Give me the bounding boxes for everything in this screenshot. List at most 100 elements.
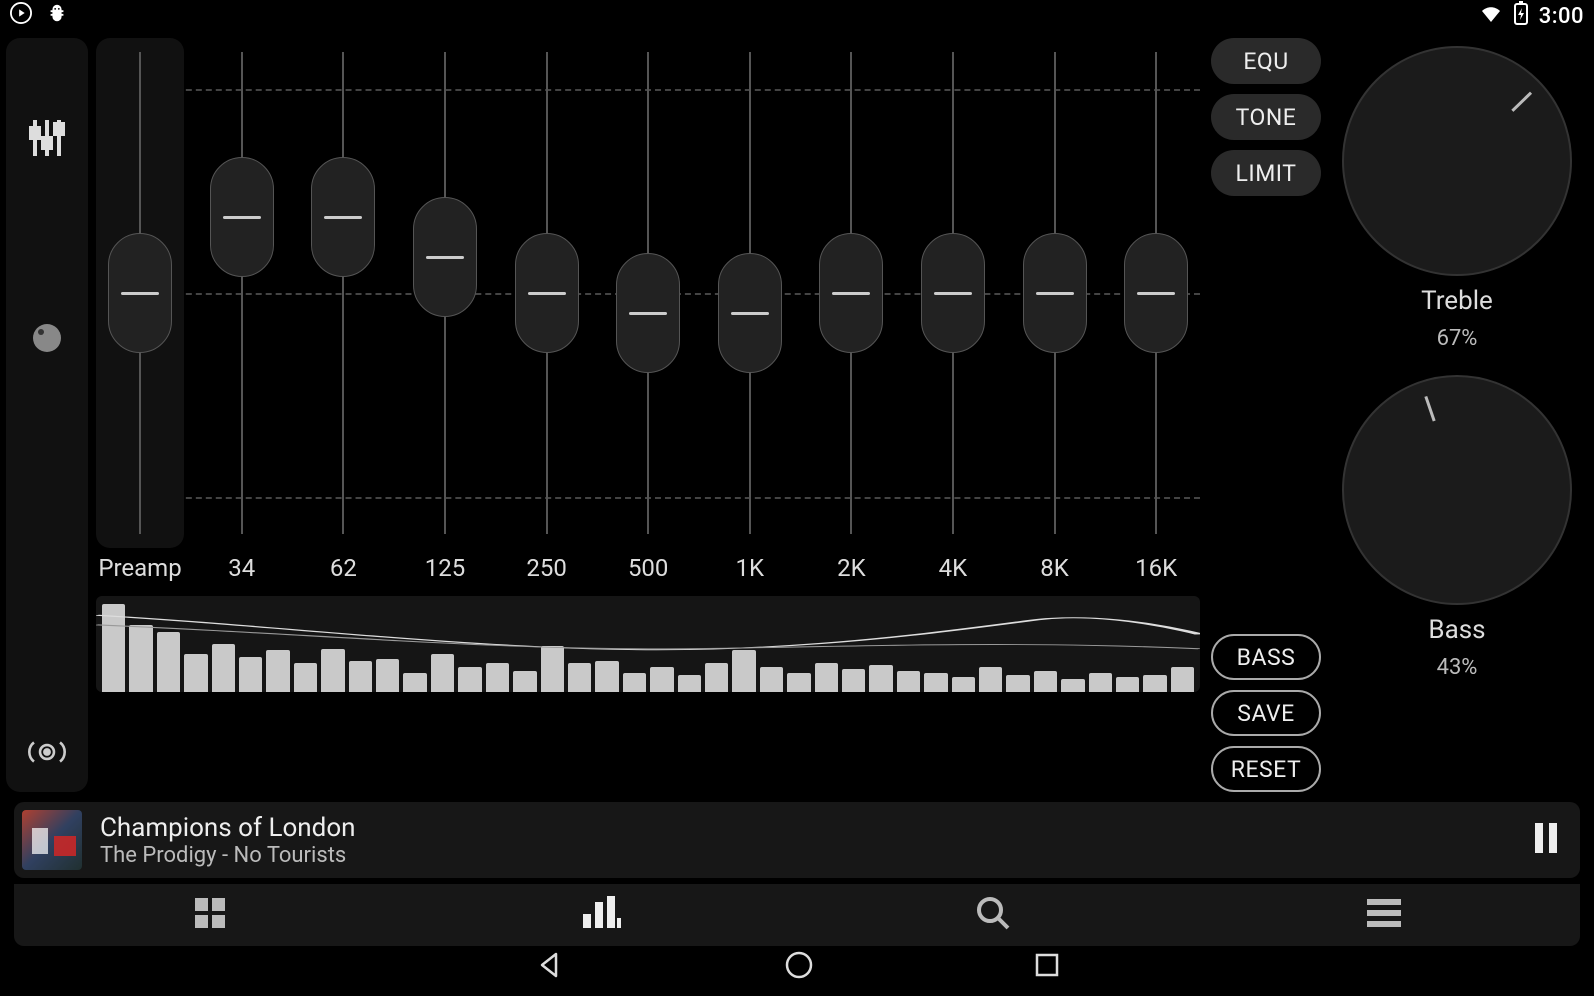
- track-subtitle: The Prodigy - No Tourists: [100, 843, 356, 868]
- eq-band-16K-thumb[interactable]: [1124, 233, 1188, 353]
- preamp-slider-thumb[interactable]: [108, 233, 172, 353]
- spectrum-bar: [952, 677, 975, 692]
- spectrum-bar: [595, 661, 618, 692]
- spectrum-bar: [705, 663, 728, 692]
- eq-band-4K-thumb[interactable]: [921, 233, 985, 353]
- eq-band-500-thumb[interactable]: [616, 253, 680, 373]
- bass-knob[interactable]: [1342, 375, 1572, 605]
- eq-band-8K[interactable]: [1011, 38, 1099, 548]
- save-button[interactable]: SAVE: [1211, 690, 1321, 736]
- eq-band-label-250: 250: [503, 554, 591, 588]
- spectrum-bar: [541, 646, 564, 692]
- surround-icon[interactable]: [27, 732, 67, 772]
- tone-knob-column: Treble 67% Bass 43%: [1332, 38, 1582, 792]
- eq-band-1K-thumb[interactable]: [718, 253, 782, 373]
- bars-icon: [581, 896, 621, 934]
- eq-band-62-thumb[interactable]: [311, 157, 375, 277]
- pause-button[interactable]: [1532, 821, 1560, 859]
- spectrum-bar: [349, 661, 372, 692]
- spectrum-bar: [568, 663, 591, 692]
- spectrum-bar: [650, 667, 673, 692]
- eq-band-label-1K: 1K: [706, 554, 794, 588]
- spectrum-bar: [1116, 677, 1139, 692]
- search-tab[interactable]: [797, 884, 1189, 946]
- bass-preset-button[interactable]: BASS: [1211, 634, 1321, 680]
- equalizer-panel: Preamp34621252505001K2K4K8K16K: [96, 38, 1200, 792]
- limit-toggle-button[interactable]: LIMIT: [1211, 150, 1321, 196]
- search-icon: [975, 895, 1011, 935]
- wifi-icon: [1479, 1, 1503, 31]
- spectrum-bar: [184, 654, 207, 692]
- eq-band-34[interactable]: [198, 38, 286, 548]
- android-debug-icon: [46, 2, 68, 30]
- bass-value: 43%: [1437, 655, 1478, 680]
- tone-toggle-button[interactable]: TONE: [1211, 94, 1321, 140]
- eq-band-label-62: 62: [300, 554, 388, 588]
- eq-band-label-2K: 2K: [808, 554, 896, 588]
- spectrum-bar: [787, 673, 810, 692]
- eq-sliders-row: [96, 38, 1200, 548]
- spectrum-bar: [1034, 671, 1057, 692]
- spectrum-bar: [212, 644, 235, 692]
- visualizer-tab[interactable]: [406, 884, 798, 946]
- volume-knob-icon[interactable]: [27, 318, 67, 358]
- spectrum-bar: [760, 667, 783, 692]
- preamp-label: Preamp: [96, 554, 184, 588]
- eq-band-label-500: 500: [604, 554, 692, 588]
- eq-band-125-thumb[interactable]: [413, 197, 477, 317]
- spectrum-bar: [1171, 667, 1194, 692]
- spectrum-bar: [129, 625, 152, 692]
- eq-band-250[interactable]: [503, 38, 591, 548]
- eq-band-8K-thumb[interactable]: [1023, 233, 1087, 353]
- spectrum-bar: [239, 657, 262, 692]
- track-title: Champions of London: [100, 813, 356, 843]
- spectrum-bar: [979, 667, 1002, 692]
- eq-band-500[interactable]: [604, 38, 692, 548]
- equ-toggle-button[interactable]: EQU: [1211, 38, 1321, 84]
- menu-tab[interactable]: [1189, 884, 1581, 946]
- status-clock: 3:00: [1539, 4, 1584, 29]
- spectrum-bar: [1089, 673, 1112, 692]
- now-playing-strip[interactable]: Champions of London The Prodigy - No Tou…: [14, 802, 1580, 878]
- eq-band-2K[interactable]: [808, 38, 896, 548]
- treble-knob[interactable]: [1342, 46, 1572, 276]
- spectrum-bar: [431, 654, 454, 692]
- spectrum-bar: [513, 671, 536, 692]
- spectrum-bar: [897, 671, 920, 692]
- eq-band-125[interactable]: [401, 38, 489, 548]
- spectrum-bar: [842, 669, 865, 692]
- spectrum-bar: [924, 673, 947, 692]
- eq-band-34-thumb[interactable]: [210, 157, 274, 277]
- eq-band-label-34: 34: [198, 554, 286, 588]
- nav-home-button[interactable]: [784, 950, 814, 984]
- nav-recents-button[interactable]: [1034, 952, 1060, 982]
- play-indicator-icon: [10, 2, 32, 30]
- eq-band-1K[interactable]: [706, 38, 794, 548]
- eq-band-250-thumb[interactable]: [515, 233, 579, 353]
- preamp-slider[interactable]: [96, 38, 184, 548]
- album-art: [22, 810, 82, 870]
- spectrum-bar: [266, 650, 289, 692]
- spectrum-bar: [1143, 675, 1166, 692]
- spectrum-bar: [869, 665, 892, 692]
- spectrum-bar: [321, 649, 344, 692]
- eq-band-2K-thumb[interactable]: [819, 233, 883, 353]
- treble-label: Treble: [1421, 286, 1493, 316]
- spectrum-bar: [732, 650, 755, 692]
- library-tab[interactable]: [14, 884, 406, 946]
- eq-band-4K[interactable]: [909, 38, 997, 548]
- eq-band-62[interactable]: [300, 38, 388, 548]
- eq-band-16K[interactable]: [1112, 38, 1200, 548]
- spectrum-bar: [376, 659, 399, 692]
- equalizer-sliders-icon[interactable]: [27, 118, 67, 158]
- spectrum-bar: [815, 663, 838, 692]
- reset-button[interactable]: RESET: [1211, 746, 1321, 792]
- spectrum-bar: [1006, 675, 1029, 692]
- spectrum-bar: [102, 604, 125, 692]
- nav-back-button[interactable]: [534, 950, 564, 984]
- eq-button-column: EQU TONE LIMIT BASS SAVE RESET: [1208, 38, 1324, 792]
- eq-band-label-125: 125: [401, 554, 489, 588]
- grid-icon: [193, 896, 227, 934]
- eq-band-label-16K: 16K: [1112, 554, 1200, 588]
- spectrum-bar: [157, 632, 180, 692]
